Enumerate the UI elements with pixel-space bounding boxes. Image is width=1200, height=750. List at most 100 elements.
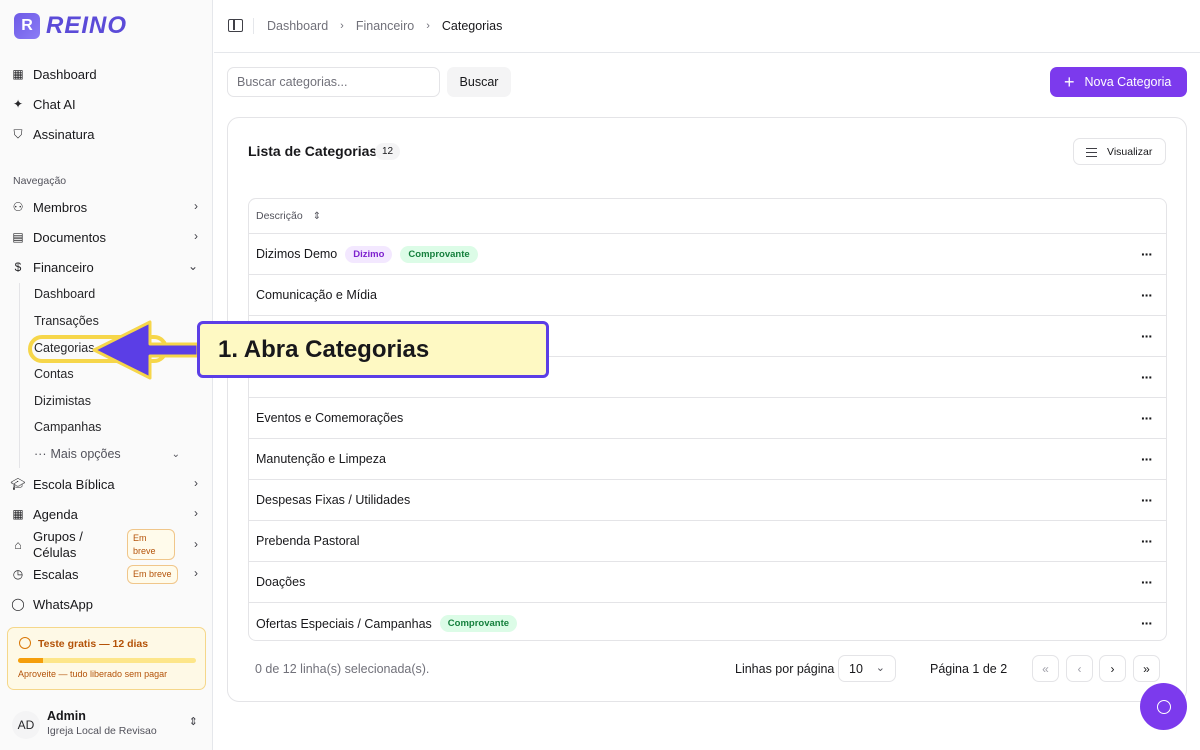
prev-page-button[interactable]: ‹	[1066, 655, 1093, 682]
sidebar-subitem-campanhas[interactable]: Campanhas	[34, 417, 101, 437]
soon-badge: Em breve	[127, 529, 175, 560]
chevron-down-icon: ⌄	[171, 448, 180, 460]
soon-badge: Em breve	[127, 565, 178, 584]
breadcrumb-item-financeiro[interactable]: Financeiro	[356, 19, 414, 33]
calendar-icon: ▦	[12, 507, 24, 521]
table-row[interactable]: Doações ···	[249, 562, 1166, 603]
divider	[253, 18, 254, 34]
view-options-button[interactable]: Visualizar	[1073, 138, 1166, 165]
row-actions-icon[interactable]: ···	[1141, 492, 1153, 508]
row-actions-icon[interactable]: ···	[1141, 574, 1153, 590]
category-tag: Dizimo	[345, 245, 393, 263]
breadcrumb: Dashboard › Financeiro › Categorias	[267, 19, 502, 33]
table-row[interactable]: Prebenda Pastoral ···	[249, 521, 1166, 562]
plus-icon: +	[1064, 72, 1075, 92]
category-name: Doações	[256, 575, 306, 589]
chevrons-left-icon: «	[1042, 661, 1049, 676]
chevron-right-icon: ›	[194, 476, 198, 490]
selection-status: 0 de 12 linha(s) selecionada(s).	[255, 662, 430, 676]
more-options-label: Mais opções	[50, 447, 121, 461]
table-row[interactable]: Eventos e Comemorações ···	[249, 398, 1166, 439]
sidebar-more-options[interactable]: ··· Mais opções ⌄	[34, 444, 180, 464]
sort-icon[interactable]: ⇕	[313, 211, 321, 222]
breadcrumb-item-current: Categorias	[441, 19, 503, 33]
row-actions-icon[interactable]: ···	[1141, 246, 1153, 262]
rows-per-page-select[interactable]: 10 ⌄	[838, 655, 896, 682]
sidebar-item-membros[interactable]: ⚇ Membros ›	[12, 194, 202, 220]
top-bar: Dashboard › Financeiro › Categorias	[214, 0, 1200, 53]
breadcrumb-item-dashboard[interactable]: Dashboard	[267, 19, 328, 33]
user-org: Igreja Local de Revisao	[47, 725, 157, 737]
column-header-descricao[interactable]: Descrição	[256, 210, 303, 222]
chevron-right-icon: ›	[194, 537, 198, 551]
shield-check-icon: ⛉	[13, 126, 23, 141]
chevron-right-icon: ›	[194, 199, 198, 213]
brand-logo[interactable]: R REINO	[14, 12, 127, 40]
nav-group-label: Navegação	[13, 175, 67, 187]
sidebar-item-assinatura[interactable]: ⛉ Assinatura	[12, 121, 202, 147]
brand-mark-icon: R	[14, 13, 40, 39]
category-tag: Comprovante	[439, 615, 518, 632]
table-row[interactable]: Dizimos Demo Dizimo Comprovante ···	[249, 234, 1166, 275]
sidebar-item-grupos[interactable]: ⌂ Grupos / Células Em breve ›	[12, 529, 202, 560]
category-name: Despesas Fixas / Utilidades	[256, 493, 411, 507]
table-row[interactable]: Comunicação e Mídia ···	[249, 275, 1166, 316]
sidebar-item-label: Assinatura	[33, 126, 95, 142]
sidebar-item-label: Grupos / Células	[33, 529, 83, 560]
home-icon: ⌂	[14, 538, 22, 552]
row-actions-icon[interactable]: ···	[1141, 533, 1153, 549]
clock-icon	[19, 637, 31, 649]
trial-banner[interactable]: Teste gratis — 12 dias Aproveite — tudo …	[7, 627, 206, 690]
sidebar-item-dashboard[interactable]: ▦ Dashboard	[12, 61, 202, 87]
sparkles-icon: ✦	[12, 97, 24, 111]
chevron-up-down-icon: ⇕	[188, 716, 198, 728]
card-title: Lista de Categorias	[248, 143, 378, 159]
chevron-right-icon: ›	[426, 20, 430, 32]
sidebar-item-label: Escola Bíblica	[33, 476, 115, 492]
sidebar-item-escola-biblica[interactable]: 🎓︎ Escola Bíblica ›	[10, 471, 202, 497]
sidebar-item-escalas[interactable]: ◷ Escalas Em breve ›	[12, 561, 202, 587]
tutorial-callout: 1. Abra Categorias	[197, 321, 549, 378]
dollar-icon: $	[14, 260, 22, 274]
sidebar-item-documentos[interactable]: ▤ Documentos ›	[12, 224, 202, 250]
user-name: Admin	[47, 709, 86, 723]
chat-fab-button[interactable]	[1140, 683, 1187, 730]
row-actions-icon[interactable]: ···	[1141, 369, 1153, 385]
chevron-right-icon: ›	[194, 506, 198, 520]
page-indicator: Página 1 de 2	[930, 662, 1008, 676]
sidebar-item-agenda[interactable]: ▦ Agenda ›	[12, 501, 202, 527]
new-category-button[interactable]: + Nova Categoria	[1050, 67, 1187, 97]
user-menu[interactable]: AD Admin Igreja Local de Revisao ⇕	[12, 708, 204, 740]
table-row[interactable]: Ofertas Especiais / Campanhas Comprovante…	[249, 603, 1166, 640]
sidebar-subitem-dizimistas[interactable]: Dizimistas	[34, 391, 91, 411]
new-category-label: Nova Categoria	[1084, 75, 1172, 89]
chevron-down-icon: ⌄	[187, 259, 198, 273]
sidebar-subitem-dashboard[interactable]: Dashboard	[34, 284, 95, 304]
sidebar-toggle-icon[interactable]	[228, 19, 243, 32]
next-page-button[interactable]: ›	[1099, 655, 1126, 682]
search-button[interactable]: Buscar	[447, 67, 511, 97]
first-page-button[interactable]: «	[1032, 655, 1059, 682]
submenu-guide-line	[19, 283, 20, 468]
row-actions-icon[interactable]: ···	[1141, 328, 1153, 344]
sidebar-item-whatsapp[interactable]: ◯ WhatsApp	[11, 591, 202, 617]
table-row[interactable]: Despesas Fixas / Utilidades ···	[249, 480, 1166, 521]
sidebar-item-label: Dashboard	[33, 66, 97, 82]
chevron-down-icon: ⌄	[875, 662, 885, 674]
last-page-button[interactable]: »	[1133, 655, 1160, 682]
trial-progress-bar	[18, 658, 196, 663]
sidebar-item-chat-ai[interactable]: ✦ Chat AI	[12, 91, 202, 117]
chevron-right-icon: ›	[194, 229, 198, 243]
users-icon: ⚇	[12, 200, 24, 214]
sidebar-item-financeiro[interactable]: $ Financeiro ⌄	[12, 254, 202, 280]
category-name: Prebenda Pastoral	[256, 534, 360, 548]
table-header: Descrição ⇕	[249, 199, 1166, 234]
search-input[interactable]	[227, 67, 440, 97]
row-actions-icon[interactable]: ···	[1141, 287, 1153, 303]
table-row[interactable]: Manutenção e Limpeza ···	[249, 439, 1166, 480]
row-actions-icon[interactable]: ···	[1141, 410, 1153, 426]
row-actions-icon[interactable]: ···	[1141, 615, 1153, 631]
document-icon: ▤	[12, 230, 24, 244]
row-actions-icon[interactable]: ···	[1141, 451, 1153, 467]
rows-per-page-label: Linhas por página	[735, 662, 835, 676]
